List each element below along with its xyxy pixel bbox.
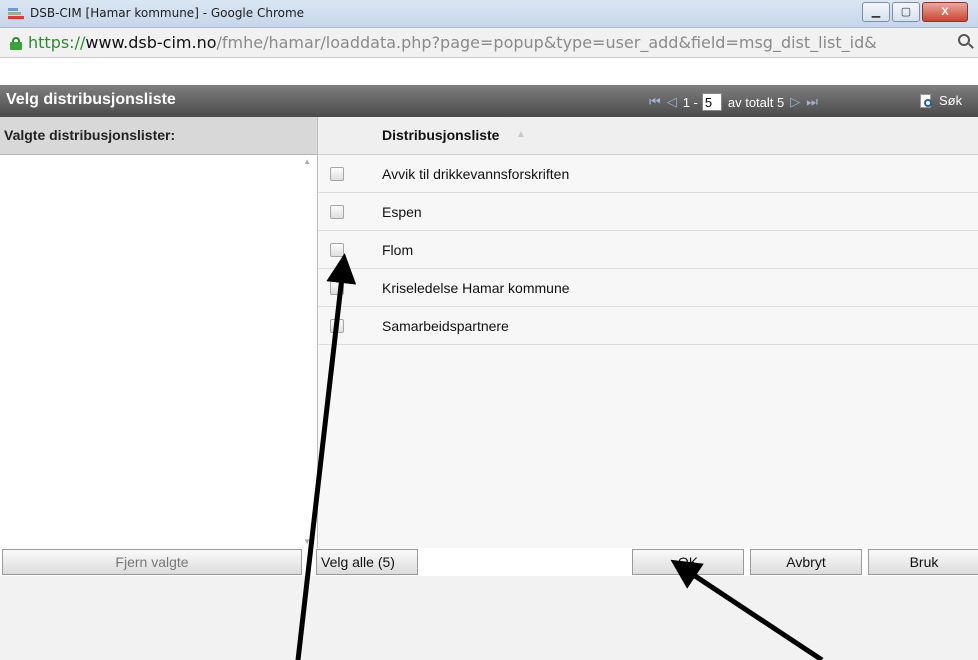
address-bar[interactable]: https://www.dsb-cim.no/fmhe/hamar/loadda… (0, 28, 978, 58)
row-label: Espen (382, 204, 422, 220)
search-icon (920, 93, 934, 108)
window-titlebar: DSB-CIM [Hamar kommune] - Google Chrome … (0, 0, 978, 28)
column-header-distribution-list[interactable]: Distribusjonsliste (382, 127, 499, 143)
first-page-icon[interactable]: ⏮ (649, 94, 661, 110)
scroll-down-icon[interactable]: ▼ (303, 537, 311, 546)
page-number-input[interactable] (701, 93, 722, 111)
apply-button[interactable]: Bruk (868, 549, 978, 575)
search-label: Søk (939, 93, 963, 108)
window-title: DSB-CIM [Hamar kommune] - Google Chrome (30, 6, 305, 20)
lock-icon (10, 37, 22, 50)
pager-range-prefix: 1 - (682, 94, 698, 110)
selected-lists-box[interactable]: ▲ ▼ (0, 155, 318, 548)
pager-total: av totalt 5 (727, 94, 785, 110)
table-row[interactable]: Avvik til drikkevannsforskriften (318, 155, 978, 193)
ok-button[interactable]: OK (632, 549, 744, 575)
dialog-title: Velg distribusjonsliste (6, 91, 176, 108)
url-path: /fmhe/hamar/loaddata.php?page=popup&type… (216, 33, 877, 52)
table-row[interactable]: Espen (318, 193, 978, 231)
grid-header: Distribusjonsliste ▲ (318, 117, 978, 155)
dialog-footer (0, 576, 978, 660)
selected-lists-header: Valgte distribusjonslister: (0, 117, 318, 155)
search-button[interactable]: Søk (920, 93, 962, 108)
row-label: Samarbeidspartnere (382, 318, 509, 334)
remove-selected-button[interactable]: Fjern valgte (2, 549, 302, 575)
zoom-icon[interactable] (958, 34, 974, 50)
scroll-up-icon[interactable]: ▲ (303, 157, 311, 166)
pager: ⏮ ◁ 1 - av totalt 5 ▷ ⏭ (649, 92, 824, 112)
url-scheme: https:// (28, 33, 86, 52)
distribution-list-grid: Avvik til drikkevannsforskriften Espen F… (318, 155, 978, 548)
row-label: Avvik til drikkevannsforskriften (382, 166, 570, 182)
row-label: Kriseledelse Hamar kommune (382, 280, 570, 296)
row-checkbox[interactable] (330, 167, 344, 181)
selected-lists-title: Valgte distribusjonslister: (4, 127, 176, 143)
app-icon (8, 8, 24, 20)
table-row[interactable]: Flom (318, 231, 978, 269)
sort-ascending-icon[interactable]: ▲ (516, 129, 526, 140)
row-checkbox[interactable] (330, 243, 344, 257)
select-all-button[interactable]: Velg alle (5) (316, 549, 418, 575)
close-button[interactable]: X (922, 2, 968, 22)
table-row[interactable]: Samarbeidspartnere (318, 307, 978, 345)
row-checkbox[interactable] (330, 205, 344, 219)
cancel-button[interactable]: Avbryt (750, 549, 862, 575)
row-label: Flom (382, 242, 414, 258)
maximize-button[interactable]: ▢ (892, 2, 920, 22)
dialog-header: Velg distribusjonsliste ⏮ ◁ 1 - av total… (0, 85, 978, 117)
row-checkbox[interactable] (330, 319, 344, 333)
url-host: www.dsb-cim.no (85, 33, 217, 52)
row-checkbox[interactable] (330, 281, 344, 295)
last-page-icon[interactable]: ⏭ (806, 94, 818, 110)
url-text[interactable]: https://www.dsb-cim.no/fmhe/hamar/loadda… (28, 33, 877, 52)
table-row[interactable]: Kriseledelse Hamar kommune (318, 269, 978, 307)
minimize-button[interactable]: ▁ (862, 2, 890, 22)
next-page-icon[interactable]: ▷ (790, 94, 800, 110)
prev-page-icon[interactable]: ◁ (667, 94, 677, 110)
